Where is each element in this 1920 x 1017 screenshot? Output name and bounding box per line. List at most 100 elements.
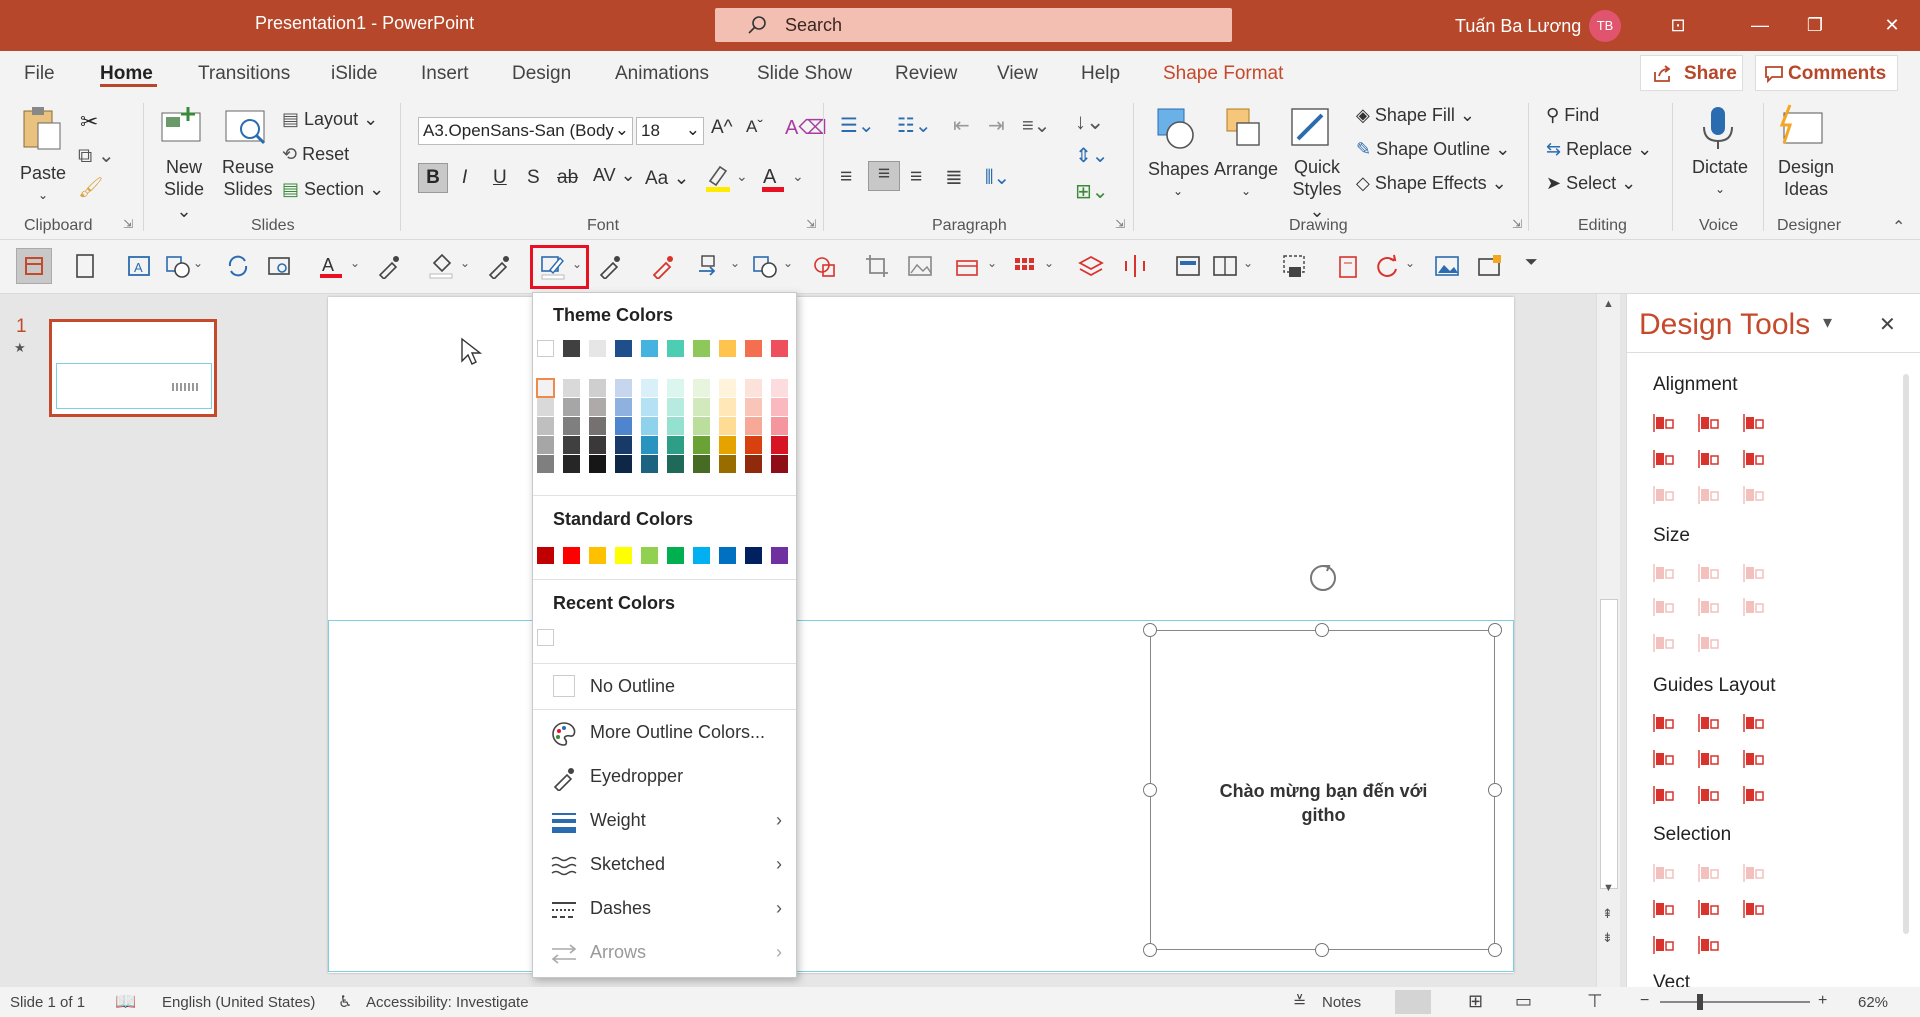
select-button[interactable]: ➤ Select ⌄	[1546, 173, 1636, 194]
design-tool-icon[interactable]	[1743, 712, 1765, 734]
shape-insert-icon[interactable]	[165, 253, 191, 279]
scrollbar-thumb[interactable]	[1600, 599, 1618, 889]
theme-shade-swatch[interactable]	[693, 455, 710, 473]
text-color-icon[interactable]: A	[318, 253, 344, 279]
sketched-item[interactable]: Sketched ›	[533, 845, 796, 885]
design-tool-icon[interactable]	[1743, 784, 1765, 806]
theme-shade-swatch[interactable]	[615, 417, 632, 435]
design-tool-icon[interactable]	[1653, 898, 1675, 920]
theme-shade-swatch[interactable]	[719, 417, 736, 435]
shadow-button[interactable]: S	[527, 167, 540, 189]
theme-shade-swatch[interactable]	[641, 436, 658, 454]
sync-icon[interactable]	[225, 253, 251, 279]
resize-handle[interactable]	[1315, 943, 1329, 957]
slide-layout-icon[interactable]	[1175, 253, 1201, 279]
design-tool-icon[interactable]	[1653, 862, 1675, 884]
theme-color-swatch[interactable]	[771, 340, 788, 357]
scroll-down-icon[interactable]: ▼	[1603, 882, 1614, 894]
scroll-up-icon[interactable]: ▲	[1603, 298, 1614, 310]
dialog-launcher-icon[interactable]: ⇲	[123, 217, 133, 231]
smartart-icon[interactable]: ⊞⌄	[1075, 179, 1109, 204]
italic-button[interactable]: I	[462, 167, 467, 189]
character-spacing-button[interactable]: AV ⌄	[593, 165, 636, 186]
theme-shade-swatch[interactable]	[771, 455, 788, 473]
theme-shade-swatch[interactable]	[771, 436, 788, 454]
layout-button[interactable]: ▤ Layout ⌄	[282, 109, 378, 130]
theme-shade-swatch[interactable]	[589, 398, 606, 416]
user-name[interactable]: Tuấn Ba Lương	[1455, 16, 1581, 37]
standard-color-swatch[interactable]	[771, 547, 788, 564]
tab-transitions[interactable]: Transitions	[198, 63, 290, 85]
recent-color-swatch[interactable]	[537, 629, 554, 646]
theme-shade-swatch[interactable]	[563, 455, 580, 473]
design-tool-icon[interactable]	[1743, 562, 1765, 584]
theme-shade-swatch[interactable]	[537, 398, 554, 416]
tab-islide[interactable]: iSlide	[331, 63, 377, 85]
numbering-icon[interactable]: ☷⌄	[897, 113, 932, 138]
theme-shade-swatch[interactable]	[537, 455, 554, 473]
theme-shade-swatch[interactable]	[589, 379, 606, 397]
tab-file[interactable]: File	[24, 63, 55, 85]
zoom-slider-thumb[interactable]	[1697, 994, 1703, 1010]
dialog-launcher-icon[interactable]: ⇲	[1512, 217, 1522, 231]
theme-shade-swatch[interactable]	[615, 379, 632, 397]
change-case-button[interactable]: Aa ⌄	[645, 167, 689, 190]
design-tool-icon[interactable]	[1698, 862, 1720, 884]
design-tool-icon[interactable]	[1698, 562, 1720, 584]
theme-shade-swatch[interactable]	[615, 455, 632, 473]
theme-shade-swatch[interactable]	[667, 417, 684, 435]
theme-shade-swatch[interactable]	[693, 417, 710, 435]
theme-color-swatch[interactable]	[719, 340, 736, 357]
columns-icon[interactable]: ⫴⌄	[985, 165, 1010, 190]
theme-shade-swatch[interactable]	[719, 379, 736, 397]
decrease-indent-icon[interactable]: ⇤	[953, 113, 970, 138]
design-tool-icon[interactable]	[1653, 562, 1675, 584]
grow-font-icon[interactable]: A^	[711, 117, 733, 139]
dictate-button[interactable]: Dictate ⌄	[1690, 103, 1750, 200]
theme-color-swatch[interactable]	[563, 340, 580, 357]
quick-styles-button[interactable]: Quick Styles ⌄	[1284, 105, 1350, 222]
theme-color-swatch[interactable]	[615, 340, 632, 357]
theme-shade-swatch[interactable]	[719, 436, 736, 454]
more-outline-colors-item[interactable]: More Outline Colors...	[533, 713, 796, 753]
font-name-select[interactable]: A3.OpenSans-San (Body ⌄	[418, 117, 633, 145]
resize-handle[interactable]	[1143, 943, 1157, 957]
design-tool-icon[interactable]	[1698, 748, 1720, 770]
normal-view-icon[interactable]	[1395, 990, 1431, 1014]
spelling-book-icon[interactable]: 📖	[115, 992, 136, 1012]
design-tool-icon[interactable]	[1698, 632, 1720, 654]
find-button[interactable]: ⚲ Find	[1546, 105, 1599, 126]
picture-icon[interactable]	[907, 253, 933, 279]
theme-shade-swatch[interactable]	[641, 398, 658, 416]
theme-color-swatch[interactable]	[641, 340, 658, 357]
columns-layout-icon[interactable]	[1212, 253, 1238, 279]
rotate-handle-icon[interactable]	[1306, 561, 1340, 595]
reuse-slides-button[interactable]: Reuse Slides	[222, 105, 274, 200]
clear-formatting-icon[interactable]: A⌫	[785, 115, 827, 140]
theme-shade-swatch[interactable]	[719, 455, 736, 473]
theme-shade-swatch[interactable]	[641, 455, 658, 473]
eyedropper-text-icon[interactable]	[376, 253, 402, 279]
pane-close-icon[interactable]: ✕	[1879, 312, 1896, 337]
design-tool-icon[interactable]	[1743, 596, 1765, 618]
theme-shade-swatch[interactable]	[719, 398, 736, 416]
shape-fill-button[interactable]: ◈ Shape Fill ⌄	[1356, 105, 1475, 126]
zoom-out-icon[interactable]: −	[1640, 992, 1649, 1010]
document-icon[interactable]	[72, 253, 98, 279]
design-tool-icon[interactable]	[1698, 412, 1720, 434]
close-icon[interactable]: ✕	[1877, 10, 1907, 40]
design-tool-icon[interactable]	[1698, 712, 1720, 734]
replace-shape-icon[interactable]	[696, 253, 722, 279]
tab-help[interactable]: Help	[1081, 63, 1120, 85]
design-tool-icon[interactable]	[1743, 412, 1765, 434]
crop-icon[interactable]	[864, 253, 890, 279]
slideshow-icon[interactable]: ⊤	[1587, 991, 1603, 1012]
theme-shade-swatch[interactable]	[537, 417, 554, 435]
shape-combine-icon[interactable]	[752, 253, 778, 279]
design-ideas-button[interactable]: Design Ideas	[1772, 103, 1840, 200]
font-size-select[interactable]: 18 ⌄	[636, 117, 704, 145]
ribbon-display-icon[interactable]: ⊡	[1663, 10, 1693, 40]
restore-icon[interactable]: ❐	[1800, 10, 1830, 40]
standard-color-swatch[interactable]	[693, 547, 710, 564]
accessibility-status[interactable]: Accessibility: Investigate	[366, 994, 529, 1011]
